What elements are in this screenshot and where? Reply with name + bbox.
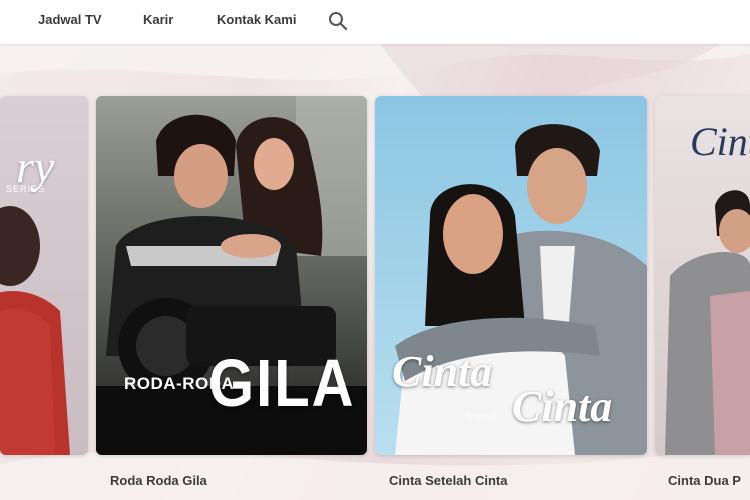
poster-title-cinta-2: Cinta [512, 382, 613, 431]
nav-kontak-kami[interactable]: Kontak Kami [217, 12, 296, 27]
poster-title-right: Cint [690, 119, 750, 164]
caption-cinta-setelah-cinta[interactable]: Cinta Setelah Cinta [389, 473, 507, 488]
poster-title-gila: GILA [209, 346, 356, 421]
poster-subtitle-left: SERIES [6, 184, 46, 194]
caption-roda-roda-gila[interactable]: Roda Roda Gila [110, 473, 207, 488]
poster-title-setelah: Setelah [464, 410, 497, 422]
top-nav: Jadwal TV Karir Kontak Kami [0, 0, 750, 44]
nav-karir[interactable]: Karir [143, 12, 173, 27]
nav-jadwal-tv[interactable]: Jadwal TV [38, 12, 102, 27]
caption-cinta-dua-p[interactable]: Cinta Dua P [668, 473, 741, 488]
search-icon[interactable] [328, 11, 348, 31]
poster-title-cinta-1: Cinta [392, 347, 493, 396]
